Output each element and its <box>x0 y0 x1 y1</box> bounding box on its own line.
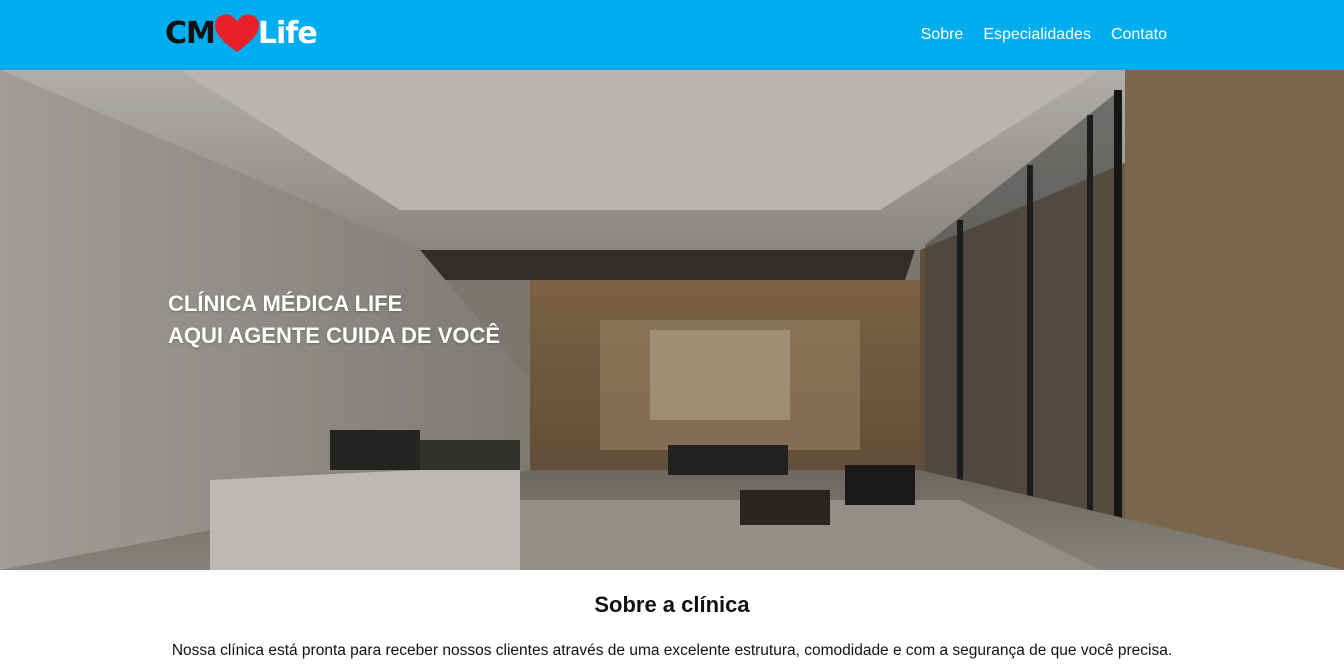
hero-line-1: CLÍNICA MÉDICA LIFE <box>168 291 403 316</box>
main-nav: Sobre Especialidades Contato <box>921 24 1167 46</box>
nav-item-contato[interactable]: Contato <box>1111 24 1167 46</box>
logo[interactable]: CM Life <box>165 14 318 54</box>
hero-line-2: AQUI AGENTE CUIDA DE VOCÊ <box>168 323 501 348</box>
about-title: Sobre a clínica <box>594 592 750 617</box>
logo-text-life: Life <box>257 16 318 51</box>
about-description: Nossa clínica está pronta para receber n… <box>171 642 1173 659</box>
logo-text-cm: CM <box>165 16 216 51</box>
hero-banner: CLÍNICA MÉDICA LIFE AQUI AGENTE CUIDA DE… <box>0 70 1344 570</box>
site-header: CM Life Sobre Especialidades Contato <box>0 0 1344 70</box>
nav-item-especialidades[interactable]: Especialidades <box>983 24 1091 46</box>
nav-item-sobre[interactable]: Sobre <box>921 24 964 46</box>
heart-icon <box>214 14 260 54</box>
hero-headline: CLÍNICA MÉDICA LIFE AQUI AGENTE CUIDA DE… <box>168 288 500 352</box>
